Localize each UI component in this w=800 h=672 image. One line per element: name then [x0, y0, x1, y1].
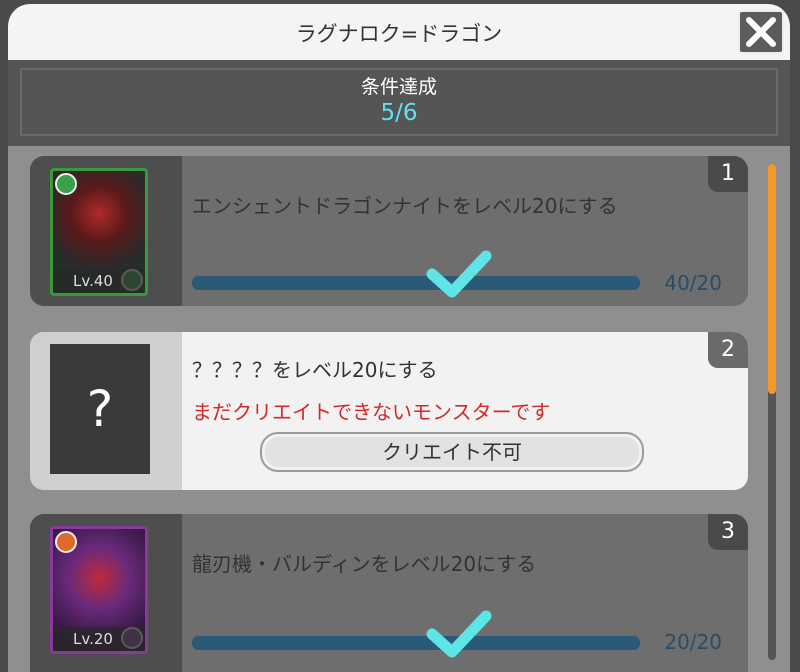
progress-text: 20/20 — [664, 630, 722, 654]
mission-text: 龍刃機・バルディンをレベル20にする — [192, 552, 537, 576]
portrait-level: Lv.40 — [53, 269, 145, 293]
card-art-panel: Lv.40 — [30, 156, 182, 306]
element-icon — [55, 531, 77, 553]
status-value: 5/6 — [380, 100, 418, 126]
monster-portrait[interactable]: Lv.40 — [50, 168, 148, 296]
progress-fill — [192, 636, 640, 650]
status-label: 条件達成 — [360, 76, 437, 98]
mission-list[interactable]: Lv.40 1 エンシェントドラゴンナイトをレベル20にする 40/20 ? 2… — [8, 146, 790, 672]
element-icon — [55, 173, 77, 195]
card-art-panel: ? — [30, 332, 182, 490]
check-icon — [426, 250, 492, 298]
unknown-monster: ? — [50, 344, 150, 474]
mission-number: 3 — [708, 514, 748, 550]
status-bar: 条件達成 5/6 — [8, 60, 790, 146]
question-icon: ? — [86, 380, 114, 438]
progress-bar — [192, 636, 640, 650]
close-x-icon — [746, 17, 776, 47]
mission-number: 1 — [708, 156, 748, 192]
dialog-titlebar: ラグナロク=ドラゴン — [8, 4, 790, 60]
mission-card-1[interactable]: Lv.40 1 エンシェントドラゴンナイトをレベル20にする 40/20 — [30, 156, 748, 306]
mission-text: ？？？？をレベル20にする — [192, 358, 438, 382]
warning-text: まだクリエイトできないモンスターです — [192, 400, 551, 424]
mission-dialog: ラグナロク=ドラゴン 条件達成 5/6 Lv.40 1 エンシェントドラゴンナイ… — [8, 4, 790, 672]
progress-fill — [192, 276, 640, 290]
dialog-title: ラグナロク=ドラゴン — [295, 22, 503, 46]
scrollbar-thumb[interactable] — [768, 164, 776, 394]
cannot-create-button[interactable]: クリエイト不可 — [260, 432, 644, 472]
mission-number: 2 — [708, 332, 748, 368]
monster-portrait[interactable]: Lv.20 — [50, 526, 148, 654]
portrait-level: Lv.20 — [53, 627, 145, 651]
check-icon — [426, 610, 492, 658]
close-button[interactable] — [738, 10, 784, 54]
card-art-panel: Lv.20 — [30, 514, 182, 672]
mission-card-3[interactable]: Lv.20 3 龍刃機・バルディンをレベル20にする 20/20 — [30, 514, 748, 672]
mission-text: エンシェントドラゴンナイトをレベル20にする — [192, 194, 618, 218]
progress-text: 40/20 — [664, 271, 722, 295]
mission-card-2[interactable]: ? 2 ？？？？をレベル20にする まだクリエイトできないモンスターです クリエ… — [30, 332, 748, 490]
progress-bar — [192, 276, 640, 290]
